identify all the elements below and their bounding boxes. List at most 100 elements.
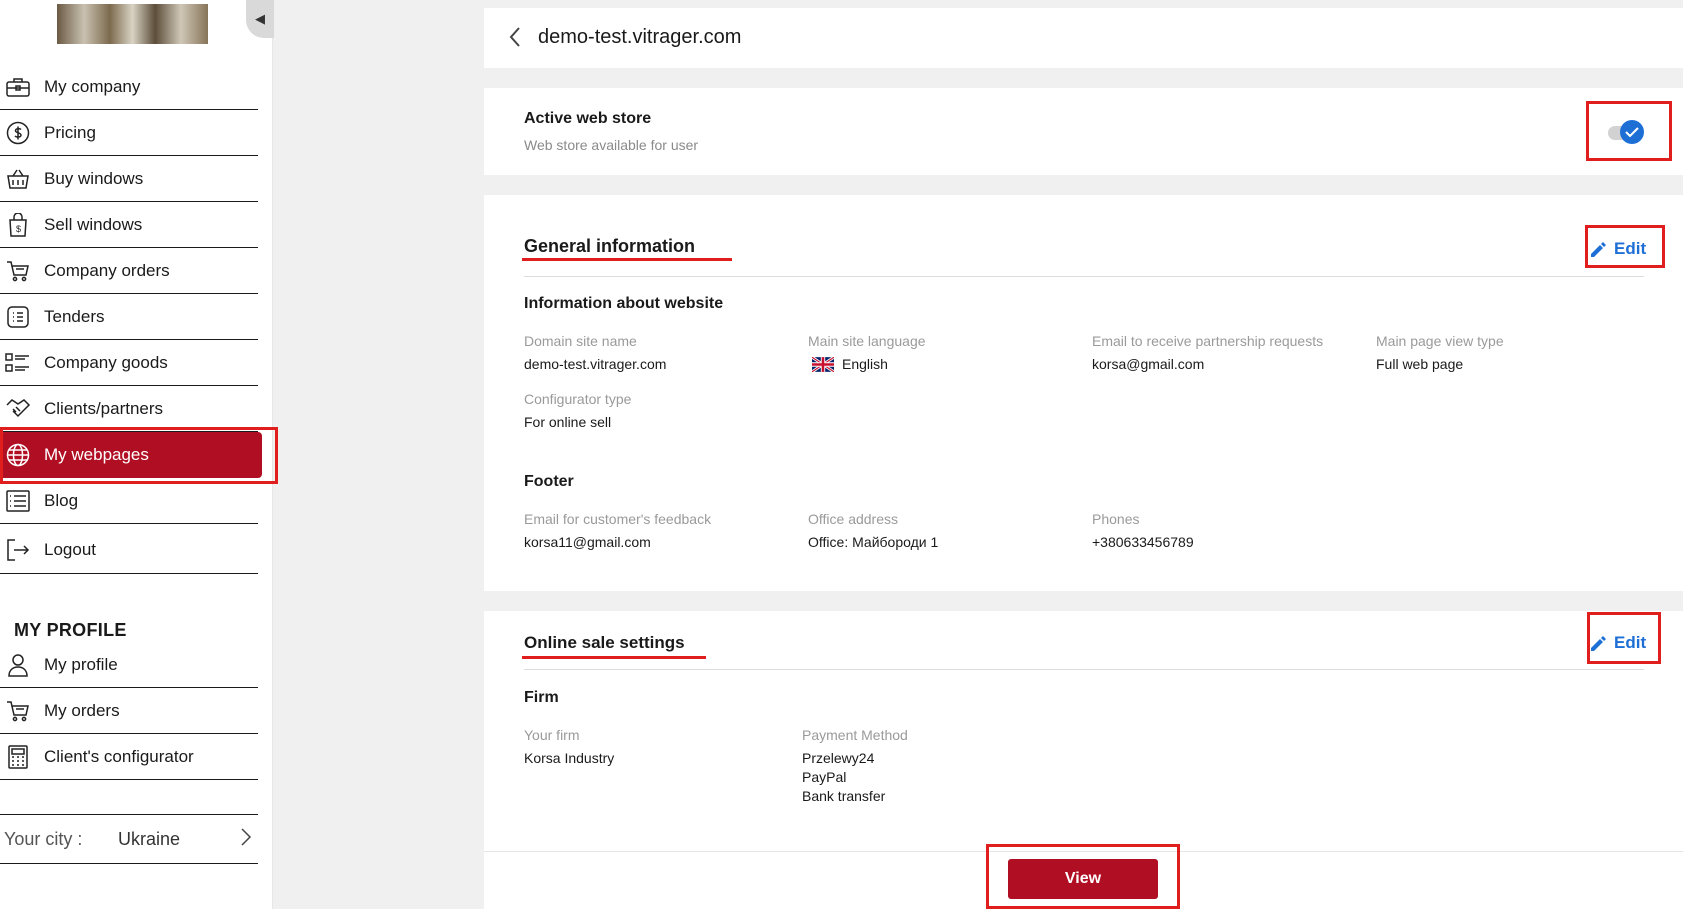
field-label: Phones	[1092, 511, 1140, 527]
dollar-icon	[4, 119, 32, 147]
field-label: Main site language	[808, 333, 926, 349]
sidebar-item-label: My profile	[44, 654, 118, 674]
active-web-store-toggle[interactable]	[1608, 119, 1646, 145]
sidebar-item-my-company[interactable]: My company	[0, 64, 258, 110]
sidebar-item-label: Clients/partners	[44, 398, 164, 418]
language-label: English	[842, 356, 888, 372]
briefcase-icon	[4, 73, 32, 101]
field-value: demo-test.vitrager.com	[524, 356, 667, 372]
city-value: Ukraine	[118, 828, 181, 849]
field-value: For online sell	[524, 414, 612, 430]
footer-heading: Footer	[524, 473, 574, 490]
collapse-sidebar-button[interactable]: ◀	[246, 0, 274, 38]
view-button[interactable]: View	[1008, 859, 1158, 899]
field-label: Email for customer's feedback	[524, 511, 712, 527]
section-divider	[524, 669, 1644, 670]
svg-text:$: $	[16, 224, 21, 234]
field-value: Full web page	[1376, 356, 1464, 372]
field-label: Configurator type	[524, 391, 632, 407]
field-label: Your firm	[524, 727, 580, 743]
payment-method-item: Bank transfer	[802, 788, 886, 804]
edit-label: Edit	[1614, 239, 1647, 258]
back-arrow-icon[interactable]	[508, 26, 522, 53]
active-web-store-subtitle: Web store available for user	[524, 137, 699, 153]
field-label: Office address	[808, 511, 899, 527]
general-edit-button[interactable]: Edit	[1591, 239, 1646, 259]
city-label: Your city :	[4, 828, 83, 849]
field-label: Payment Method	[802, 727, 908, 743]
active-web-store-card: Active web store Web store available for…	[484, 88, 1683, 175]
field-value: Korsa Industry	[524, 750, 615, 766]
sidebar-item-logout[interactable]: Logout	[0, 526, 258, 574]
sale-edit-button[interactable]: Edit	[1591, 633, 1646, 653]
online-sale-settings-heading: Online sale settings	[524, 633, 685, 652]
field-value: korsa11@gmail.com	[524, 534, 651, 550]
cart-icon	[4, 257, 32, 285]
section-divider	[524, 276, 1644, 277]
field-value: korsa@gmail.com	[1092, 356, 1205, 372]
uk-flag-icon	[812, 356, 834, 372]
annotation-underline	[522, 656, 706, 659]
sidebar-item-label: My orders	[44, 700, 120, 720]
field-label: Email to receive partnership requests	[1092, 333, 1324, 349]
logout-icon	[4, 536, 32, 564]
page-title: demo-test.vitrager.com	[538, 26, 742, 48]
sidebar-item-label: Sell windows	[44, 214, 143, 234]
chevron-right-icon	[240, 827, 252, 852]
globe-icon	[4, 441, 32, 469]
handshake-icon	[4, 395, 32, 423]
active-web-store-title: Active web store	[524, 110, 652, 127]
sidebar-item-label: Tenders	[44, 306, 105, 326]
field-label: Main page view type	[1376, 333, 1504, 349]
annotation-underline	[522, 258, 732, 261]
website-info-heading: Information about website	[524, 295, 724, 312]
user-icon	[4, 651, 32, 679]
cart-icon	[4, 697, 32, 725]
sidebar-item-pricing[interactable]: Pricing	[0, 110, 258, 156]
sidebar-item-sell-windows[interactable]: $ Sell windows	[0, 202, 258, 248]
my-profile-heading: MY PROFILE	[14, 620, 127, 640]
edit-label: Edit	[1614, 633, 1647, 652]
firm-heading: Firm	[524, 689, 559, 706]
sidebar-item-clients-partners[interactable]: Clients/partners	[0, 386, 258, 432]
sidebar-item-blog[interactable]: Blog	[0, 478, 258, 524]
sidebar-item-label: Pricing	[44, 122, 96, 142]
sidebar-item-label: Company orders	[44, 260, 170, 280]
field-value: +380633456789	[1092, 534, 1194, 550]
field-value: Office: Майбороди 1	[808, 534, 939, 550]
shopping-bag-icon: $	[4, 211, 32, 239]
check-icon	[1620, 120, 1644, 144]
sidebar-item-label: Company goods	[44, 352, 168, 372]
page-header: demo-test.vitrager.com	[484, 8, 1683, 68]
sidebar-item-company-goods[interactable]: Company goods	[0, 340, 258, 386]
sidebar-item-label: My company	[44, 76, 141, 96]
sidebar: ◀ My company Pricing Buy windows $ Sell …	[0, 0, 274, 909]
payment-method-item: Przelewy24	[802, 750, 875, 766]
general-information-heading: General information	[524, 236, 696, 256]
pencil-icon	[1591, 635, 1606, 651]
list-icon	[4, 303, 32, 331]
sidebar-item-buy-windows[interactable]: Buy windows	[0, 156, 258, 202]
sidebar-item-my-profile[interactable]: My profile	[0, 642, 258, 688]
payment-method-item: PayPal	[802, 769, 847, 785]
sidebar-item-label: Buy windows	[44, 168, 144, 188]
goods-list-icon	[4, 349, 32, 377]
online-sale-settings-card: Online sale settings Edit Firm Your firm…	[484, 611, 1683, 909]
sidebar-item-tenders[interactable]: Tenders	[0, 294, 258, 340]
sidebar-item-label: My webpages	[44, 445, 149, 464]
city-selector[interactable]: Your city : Ukraine	[0, 814, 258, 864]
caret-left-icon: ◀	[255, 11, 265, 26]
footer-divider	[484, 851, 1683, 852]
sidebar-item-clients-configurator[interactable]: Client's configurator	[0, 734, 258, 780]
blog-icon	[4, 487, 32, 515]
sidebar-item-my-orders[interactable]: My orders	[0, 688, 258, 734]
field-label: Domain site name	[524, 333, 637, 349]
basket-icon	[4, 165, 32, 193]
sidebar-item-label: Logout	[44, 539, 96, 559]
sidebar-item-label: Client's configurator	[44, 746, 194, 766]
sidebar-item-my-webpages[interactable]: My webpages	[0, 432, 262, 478]
sidebar-item-label: Blog	[44, 490, 79, 510]
sidebar-item-company-orders[interactable]: Company orders	[0, 248, 258, 294]
general-information-card: General information Edit Information abo…	[484, 195, 1683, 591]
language-value: English	[812, 356, 888, 372]
